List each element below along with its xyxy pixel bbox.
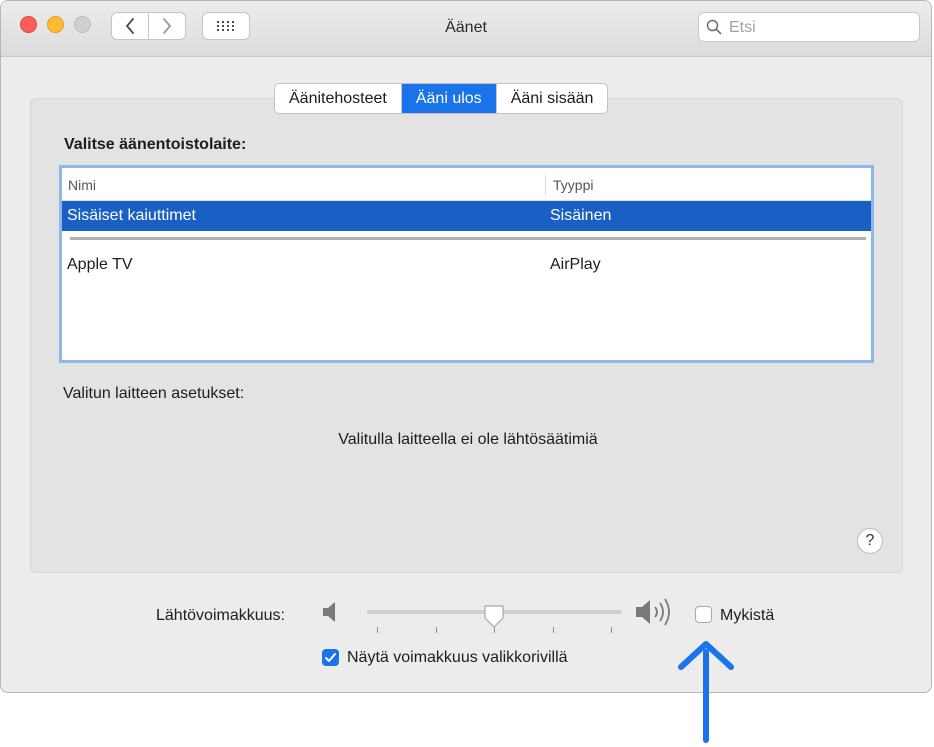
show-volume-in-menubar-checkbox[interactable]	[322, 649, 339, 666]
show-volume-in-menubar-label: Näytä voimakkuus valikkorivillä	[347, 649, 568, 666]
search-input[interactable]	[727, 16, 916, 40]
output-device-table[interactable]: Nimi Tyyppi Sisäiset kaiuttimet Sisäinen…	[59, 165, 874, 363]
no-controls-message: Valitulla laitteella ei ole lähtösäätimi…	[338, 431, 598, 448]
column-header-name[interactable]: Nimi	[68, 177, 96, 193]
tab-input[interactable]: Ääni sisään	[497, 84, 608, 113]
column-divider[interactable]	[545, 175, 546, 195]
slider-tick	[611, 627, 612, 633]
device-settings-label: Valitun laitteen asetukset:	[63, 385, 245, 402]
tab-sound-effects[interactable]: Äänitehosteet	[275, 84, 402, 113]
slider-tick	[377, 627, 378, 633]
output-device-heading: Valitse äänentoistolaite:	[64, 136, 247, 153]
tab-output[interactable]: Ääni ulos	[401, 84, 497, 113]
device-type: Sisäinen	[550, 207, 612, 224]
device-name: Sisäiset kaiuttimet	[67, 207, 196, 224]
speaker-high-icon	[636, 598, 670, 626]
output-volume-label: Lähtövoimakkuus:	[156, 607, 285, 624]
mute-label: Mykistä	[720, 607, 775, 624]
device-type: AirPlay	[550, 256, 601, 273]
row-separator	[70, 237, 866, 240]
volume-slider-thumb[interactable]	[482, 604, 506, 630]
column-header-type[interactable]: Tyyppi	[553, 177, 593, 193]
slider-tick	[553, 627, 554, 633]
arrow-up-icon	[678, 641, 734, 743]
titlebar: Äänet	[1, 1, 931, 57]
system-preferences-window: Äänet Äänitehosteet Ääni ulos Ääni sisää…	[0, 0, 932, 693]
slider-tick	[436, 627, 437, 633]
table-row-apple-tv[interactable]: Apple TV AirPlay	[62, 250, 871, 280]
speaker-low-icon	[323, 602, 335, 622]
mute-checkbox[interactable]	[695, 606, 712, 623]
table-row-internal-speakers[interactable]: Sisäiset kaiuttimet Sisäinen	[62, 201, 871, 231]
tab-bar: Äänitehosteet Ääni ulos Ääni sisään	[274, 83, 609, 114]
search-icon	[706, 19, 722, 35]
help-button[interactable]: ?	[857, 528, 883, 554]
checkmark-icon	[325, 653, 336, 662]
device-name: Apple TV	[67, 256, 133, 273]
table-header: Nimi Tyyppi	[62, 168, 871, 201]
search-field[interactable]	[698, 12, 920, 42]
